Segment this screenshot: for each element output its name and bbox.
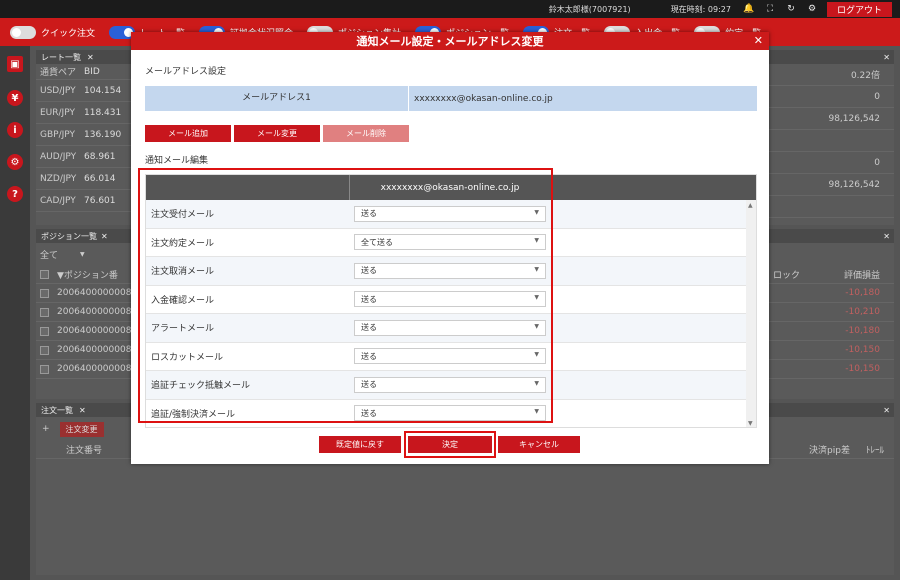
position-panel: ポジション一覧 ✕ 全て ▼ ▼ポジション番 20064000000084 2006… [36,229,137,399]
position-panel-right: ✕ ロック 評価損益 -10,180 -10,210 -10,180 -10,15… [769,229,894,399]
address-section-title: メールアドレス設定 [145,67,227,77]
current-time: 現在時刻: 09:27 [670,4,731,14]
bid-header: BID [84,66,100,77]
reset-default-button[interactable]: 既定値に戻す [319,436,401,453]
edit-section-title: 通知メール編集 [145,156,209,166]
row-checkbox[interactable] [40,364,49,374]
order-panel-title: 注文一覧 [41,405,73,415]
rate-row[interactable]: AUD/JPY 68.961 [36,146,131,168]
mail-settings-dialog: 通知メール設定・メールアドレス変更 ✕ メールアドレス設定 メールアドレス1 x… [131,32,769,464]
rate-row[interactable]: USD/JPY 104.154 [36,80,131,102]
order-number-header: 注文番号 [66,446,103,456]
left-icon-strip: ▣ ¥ i ⚙ ? [0,46,30,580]
change-mail-button[interactable]: メール変更 [234,125,320,142]
close-icon[interactable]: ✕ [754,34,763,47]
refresh-icon[interactable]: ↻ [785,4,797,14]
close-icon[interactable]: ✕ [101,232,108,241]
row-checkbox[interactable] [40,307,49,317]
gear-icon[interactable]: ⚙ [806,4,818,14]
cancel-button[interactable]: キャンセル [498,436,580,453]
address-label: メールアドレス1 [145,86,409,111]
info-icon[interactable]: i [7,122,23,138]
trail-header: ﾄﾚｰﾙ [865,446,884,456]
pnl-header: 評価損益 [843,270,880,281]
table-row[interactable]: 20064000000083 [36,303,137,322]
order-change-button[interactable]: 注文変更 [59,421,104,437]
row-checkbox[interactable] [40,345,49,355]
pair-header: 通貨ペア [40,68,77,78]
position-number-header[interactable]: ▼ポジション番 [57,268,118,281]
table-row[interactable]: 20064000000082 [36,322,137,341]
table-row[interactable]: 20064000000081 [36,341,137,360]
close-icon[interactable]: ✕ [883,232,890,241]
add-icon[interactable]: + [42,424,50,434]
close-icon[interactable]: ✕ [883,406,890,415]
rate-panel-title: レート一覧 [41,52,81,62]
margin-panel: ✕ 0.22倍 0 98,126,542 0 98,126,542 [769,50,894,225]
dialog-title: 通知メール設定・メールアドレス変更 [356,35,544,48]
rate-panel: レート一覧 ✕ 通貨ペア BID USD/JPY 104.154 EUR/JPY 118… [36,50,131,225]
pips-header: 決済pip差 [809,446,850,456]
select-all-checkbox[interactable] [40,269,49,279]
scroll-down-icon[interactable]: ▼ [748,420,753,427]
top-bar: 鈴木太郎様(7007921) 現在時刻: 09:27 🔔 ⛶ ↻ ⚙ ログアウト [0,0,900,18]
lock-header: ロック [773,270,801,281]
fullscreen-icon[interactable]: ⛶ [764,4,776,14]
address-row[interactable]: メールアドレス1 xxxxxxxx@okasan-online.co.jp [145,86,757,111]
yen-icon[interactable]: ¥ [7,90,23,106]
rate-row[interactable]: EUR/JPY 118.431 [36,102,131,124]
save-icon[interactable]: ▣ [7,56,23,72]
address-value: xxxxxxxx@okasan-online.co.jp [414,93,553,104]
scroll-up-icon[interactable]: ▲ [748,202,753,209]
rate-row[interactable]: CAD/JPY 76.601 [36,190,131,212]
delete-mail-button[interactable]: メール削除 [323,125,409,142]
table-row[interactable]: 20064000000080 [36,360,137,379]
close-icon[interactable]: ✕ [883,53,890,62]
close-icon[interactable]: ✕ [79,406,86,415]
row-checkbox[interactable] [40,288,49,298]
user-name: 鈴木太郎様(7007921) [548,4,631,14]
position-panel-title: ポジション一覧 [41,231,97,241]
toggle-switch[interactable] [10,25,36,39]
close-icon[interactable]: ✕ [87,53,94,62]
row-checkbox[interactable] [40,326,49,336]
rate-row[interactable]: NZD/JPY 66.014 [36,168,131,190]
add-mail-button[interactable]: メール追加 [145,125,231,142]
chevron-down-icon: ▼ [80,250,85,258]
position-filter-select[interactable]: 全て [40,248,58,261]
highlight-frame [138,168,553,423]
highlight-frame [404,431,496,458]
help-icon[interactable]: ? [7,186,23,202]
table-row[interactable]: 20064000000084 [36,284,137,303]
rate-row[interactable]: GBP/JPY 136.190 [36,124,131,146]
table-scrollbar[interactable]: ▲ ▼ [746,200,756,427]
bell-icon[interactable]: 🔔 [743,4,755,14]
settings-icon[interactable]: ⚙ [7,154,23,170]
toggle-quick-order[interactable]: クイック注文 [10,25,95,39]
logout-button[interactable]: ログアウト [826,1,892,17]
